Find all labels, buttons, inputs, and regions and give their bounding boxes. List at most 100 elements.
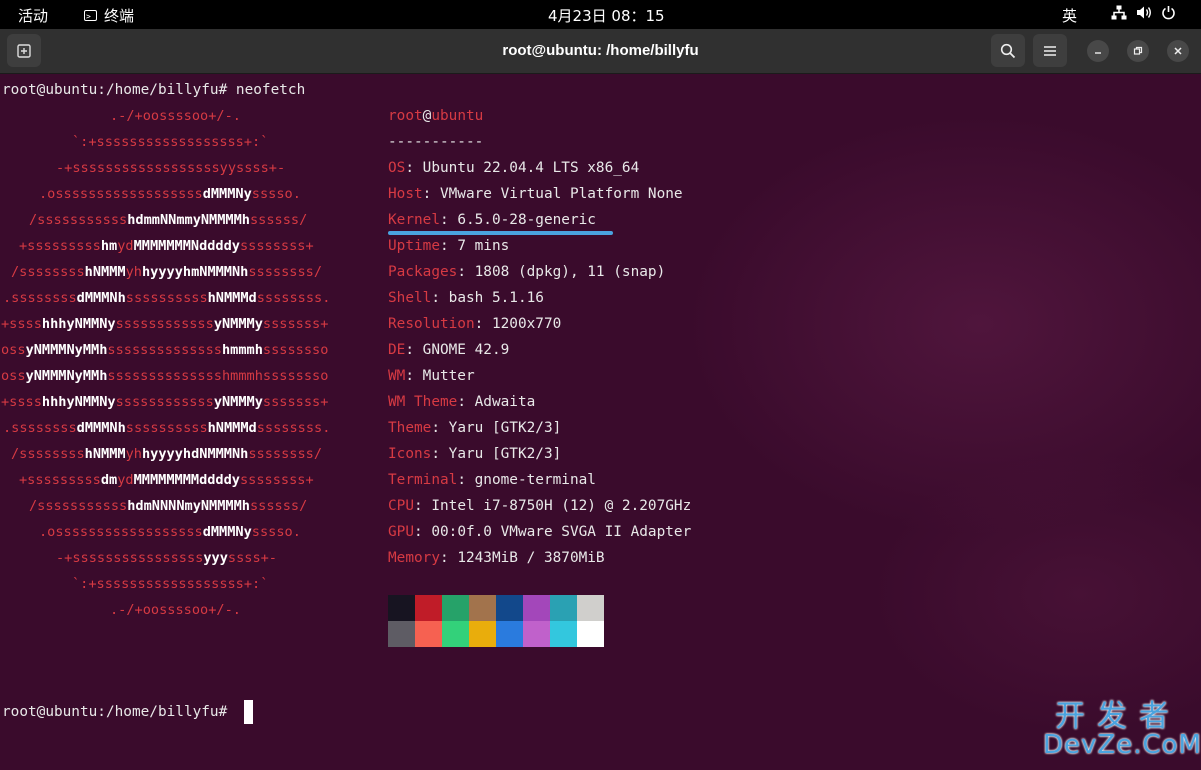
info-row: Resolution: 1200x770	[388, 316, 562, 332]
clock[interactable]: 4月23日 08：15	[548, 5, 665, 26]
ascii-logo-line: -+ssssssssssssssssssyyssss+-	[56, 160, 285, 176]
maximize-button[interactable]	[1127, 40, 1149, 62]
hamburger-menu-button[interactable]	[1033, 34, 1067, 67]
terminal-header-bar: root@ubuntu: /home/billyfu	[0, 29, 1201, 74]
info-separator: -----------	[388, 134, 484, 150]
info-row: Memory: 1243MiB / 3870MiB	[388, 550, 605, 566]
ascii-logo-segment: .ssssssss	[3, 420, 77, 436]
ascii-logo-segment: dm	[100, 472, 118, 488]
ascii-logo-segment: yNMMMNyMMh	[25, 342, 108, 358]
info-value: 1808 (dpkg), 11 (snap)	[474, 264, 666, 280]
prompt-line: root@ubuntu:/home/billyfu#	[2, 704, 236, 720]
ascii-logo-segment: `:+ssssssssssssssssss+:`	[72, 134, 269, 150]
ascii-logo-segment: hhhyNMMNy	[41, 316, 116, 332]
power-icon	[1162, 6, 1175, 20]
info-key: DE	[388, 342, 406, 358]
color-swatch	[388, 621, 415, 647]
search-icon	[1000, 43, 1016, 58]
ascii-logo-segment: ssssssssss	[125, 290, 208, 306]
ascii-logo-segment: ssssss/	[249, 498, 308, 514]
info-value: 1243MiB / 3870MiB	[457, 550, 605, 566]
ascii-logo-segment: yh	[125, 446, 142, 462]
app-menu[interactable]: > 终端	[84, 5, 134, 26]
app-menu-label: 终端	[104, 7, 135, 25]
hamburger-icon	[1044, 45, 1056, 56]
ascii-logo-line: /ssssssssssshdmmNNmmyNMMMMhssssss/	[29, 212, 307, 228]
ascii-logo-segment: sssssss+	[262, 316, 329, 332]
search-button[interactable]	[991, 34, 1025, 67]
info-value: 00:0f.0 VMware SVGA II Adapter	[431, 524, 692, 540]
ascii-logo-segment: hNMMMd	[207, 420, 257, 436]
info-value: 6.5.0-28-generic	[457, 212, 596, 228]
color-swatch	[496, 595, 523, 621]
ascii-logo-line: `:+ssssssssssssssssss+:`	[72, 134, 268, 150]
activities-button[interactable]: 活动	[18, 5, 48, 26]
info-key: CPU	[388, 498, 414, 514]
ascii-logo-segment: ssssssss.	[256, 420, 331, 436]
ascii-logo-segment: oss	[1, 368, 26, 384]
ascii-logo-segment: ssssss/	[249, 212, 308, 228]
ascii-logo-segment: ssssssssssss	[115, 394, 214, 410]
ascii-logo-segment: MMMMMMMNddddy	[133, 238, 240, 254]
input-method-indicator[interactable]: 英	[1062, 5, 1077, 26]
ascii-logo-segment: dMMMNh	[76, 290, 126, 306]
ascii-logo-segment: `:+ssssssssssssssssss+:`	[72, 576, 269, 592]
info-key: Host	[388, 186, 423, 202]
ascii-logo-segment: sssso.	[251, 186, 301, 202]
ascii-logo-segment: yd	[117, 472, 134, 488]
info-value: GNOME 42.9	[422, 342, 510, 358]
terminal-icon: >	[84, 10, 97, 21]
ascii-logo-line: +ssssssssshmydMMMMMMMNddddyssssssss+	[19, 238, 314, 254]
ascii-logo-segment: hNMMM	[84, 264, 126, 280]
ascii-logo-segment: +sssssssss	[19, 238, 101, 254]
ascii-logo-segment: +ssss	[1, 316, 42, 332]
info-value: Ubuntu 22.04.4 LTS x86_64	[422, 160, 640, 176]
info-row: Packages: 1808 (dpkg), 11 (snap)	[388, 264, 666, 280]
ascii-logo-segment: ssssssssssss	[115, 316, 214, 332]
text-cursor	[244, 700, 253, 724]
ascii-logo-segment: hm	[100, 238, 118, 254]
close-button[interactable]	[1167, 40, 1189, 62]
ascii-logo-line: +sssshhhyNMMNyssssssssssssyNMMMysssssss+	[1, 394, 328, 410]
ascii-logo-segment: ssssssss.	[256, 290, 331, 306]
ascii-logo-line: -+ssssssssssssssssyyyssss+-	[56, 550, 277, 566]
info-key: Kernel	[388, 212, 440, 228]
info-value: VMware Virtual Platform None	[439, 186, 683, 202]
color-swatch	[523, 621, 550, 647]
ascii-logo-line: +sssshhhyNMMNyssssssssssssyNMMMysssssss+	[1, 316, 328, 332]
ascii-logo-segment: hhhyNMMNy	[41, 394, 116, 410]
volume-icon	[1137, 6, 1151, 19]
info-key: WM Theme	[388, 394, 458, 410]
ascii-logo-segment: .ssssssss	[3, 290, 77, 306]
color-swatch	[442, 595, 469, 621]
info-row: WM Theme: Adwaita	[388, 394, 536, 410]
ascii-logo-segment: /ssssssss	[11, 264, 85, 280]
info-key: Memory	[388, 550, 440, 566]
ascii-logo-segment: ssssssss+	[240, 238, 314, 254]
ascii-logo-segment: /ssssssss	[11, 446, 85, 462]
ascii-logo-segment: -+ssssssssssssssssssyyssss+-	[56, 160, 286, 176]
info-row: DE: GNOME 42.9	[388, 342, 510, 358]
info-row: Shell: bash 5.1.16	[388, 290, 544, 306]
ascii-logo-segment: .ossssssssssssssssss	[39, 524, 203, 540]
ascii-logo-segment: MMMMMMMMddddy	[133, 472, 240, 488]
ascii-logo-segment: yNMMMy	[213, 394, 263, 410]
color-swatch	[469, 595, 496, 621]
system-status-area[interactable]	[1111, 5, 1176, 20]
ascii-logo-segment: ssssssssssssss	[107, 342, 222, 358]
ascii-logo-segment: -+ssssssssssssssss	[56, 550, 204, 566]
info-row: OS: Ubuntu 22.04.4 LTS x86_64	[388, 160, 640, 176]
ascii-logo-line: .-/+oossssoo+/-.	[110, 602, 241, 618]
info-value: 7 mins	[457, 238, 510, 254]
watermark: 开发者 DevZe.CoM	[1043, 702, 1201, 759]
restore-icon	[1133, 46, 1143, 55]
ascii-logo-segment: hNMMM	[84, 446, 126, 462]
command-line: root@ubuntu:/home/billyfu# neofetch	[2, 82, 306, 98]
terminal-output[interactable]: root@ubuntu:/home/billyfu# neofetch .-/+…	[0, 74, 1201, 770]
color-swatch	[577, 595, 604, 621]
ascii-logo-segment: hyyyyhdNMMMNh	[141, 446, 249, 462]
info-row: GPU: 00:0f.0 VMware SVGA II Adapter	[388, 524, 692, 540]
ascii-logo-line: +sssssssssdmydMMMMMMMMddddyssssssss+	[19, 472, 314, 488]
close-icon	[1174, 47, 1182, 55]
minimize-button[interactable]	[1087, 40, 1109, 62]
